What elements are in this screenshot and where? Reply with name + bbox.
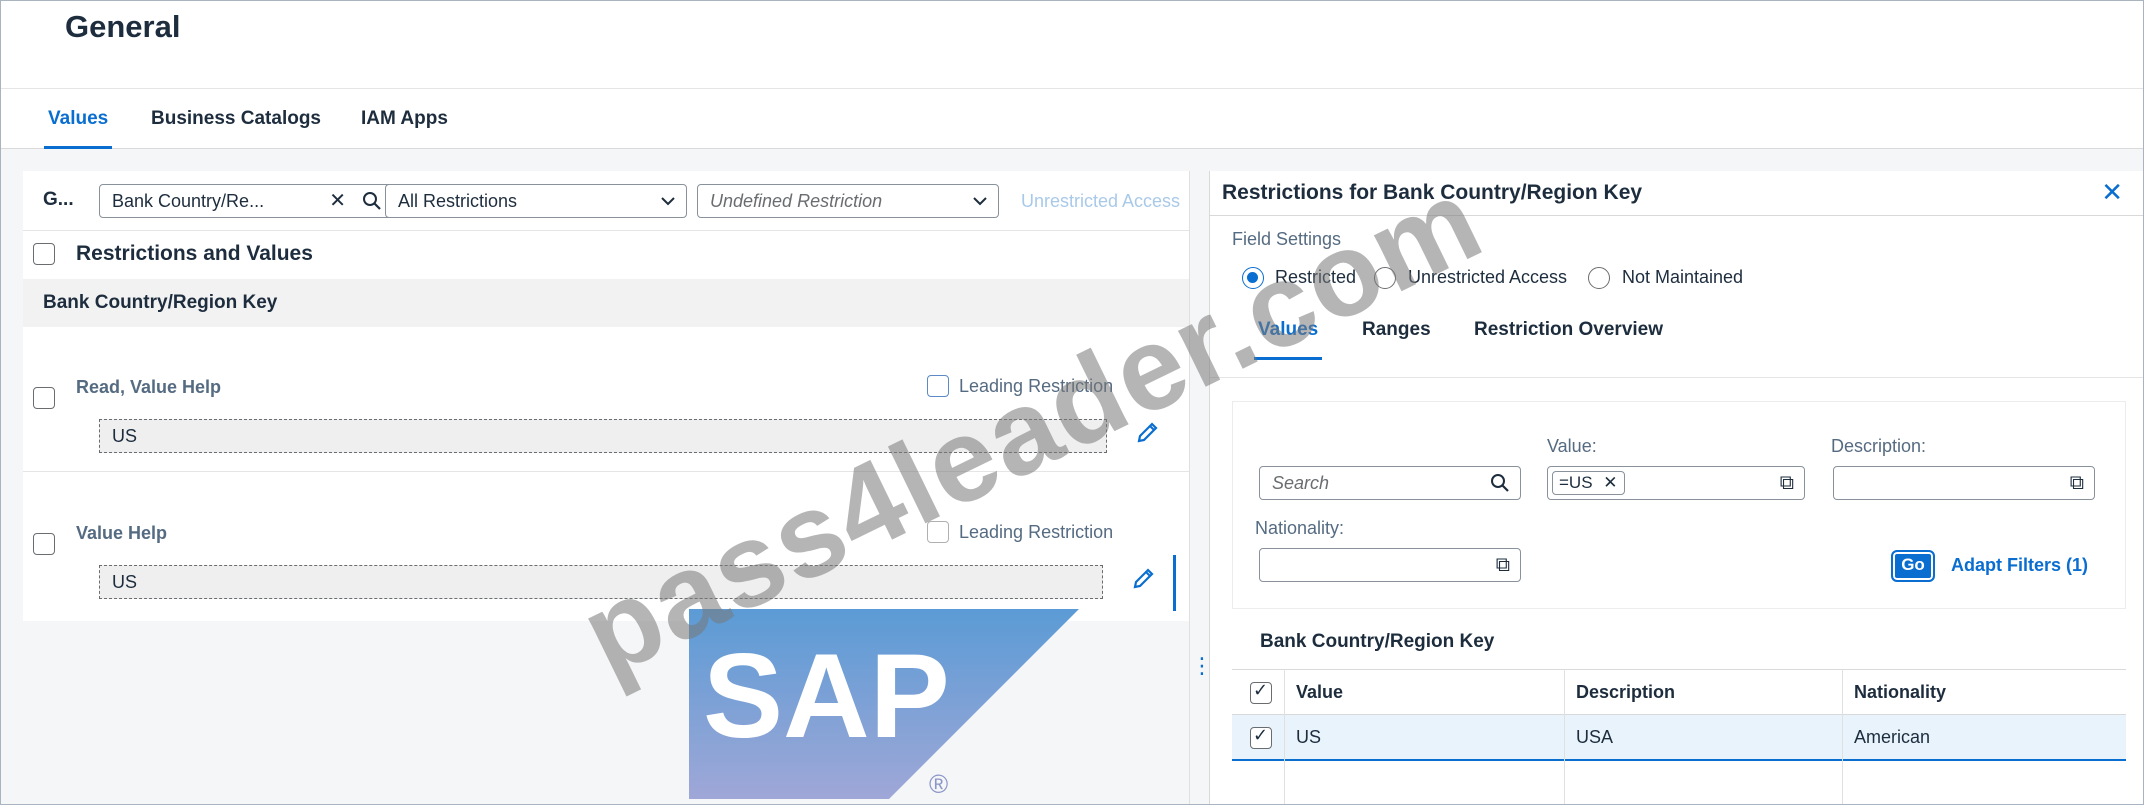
restriction-value-field[interactable]: US	[99, 565, 1103, 599]
value-help-icon[interactable]: ⧉	[1496, 549, 1510, 581]
tab-business-catalogs[interactable]: Business Catalogs	[151, 89, 321, 149]
value-token[interactable]: =US ✕	[1552, 471, 1625, 495]
item-checkbox[interactable]	[33, 533, 55, 555]
search-icon[interactable]	[362, 185, 382, 217]
clear-icon[interactable]: ✕	[329, 185, 346, 217]
filter-bar: Search Value: =US ✕ ⧉ Description: ⧉ Nat…	[1232, 401, 2126, 609]
tab-values[interactable]: Values	[43, 89, 113, 149]
radio-restricted-label: Restricted	[1275, 267, 1357, 287]
unrestricted-access-toggle[interactable]: Unrestricted Access	[1021, 191, 1180, 212]
leading-restriction-label: Leading Restriction	[959, 376, 1114, 396]
column-divider	[1842, 669, 1843, 804]
search-input[interactable]: Search	[1259, 466, 1521, 500]
adapt-filters-button[interactable]: Adapt Filters (1)	[1951, 555, 2088, 576]
cell-description: USA	[1576, 727, 1614, 747]
group-header: Bank Country/Region Key	[23, 279, 1189, 327]
select-all-rows-checkbox[interactable]	[1250, 680, 1272, 704]
cell-value: US	[1296, 727, 1322, 747]
table-title: Bank Country/Region Key	[1260, 631, 1495, 652]
detail-title: Restrictions for Bank Country/Region Key	[1222, 181, 1643, 204]
undefined-restriction-value: Undefined Restriction	[710, 191, 883, 211]
search-placeholder: Search	[1272, 473, 1330, 493]
leading-restriction-checkbox[interactable]	[927, 375, 949, 397]
search-field[interactable]: Bank Country/Re... ✕	[99, 184, 393, 218]
tab-ranges[interactable]: Ranges	[1362, 319, 1431, 341]
page-header: General	[1, 1, 2143, 89]
radio-not-maintained[interactable]	[1588, 267, 1610, 289]
sap-logo-watermark: SAP ®	[689, 609, 1079, 799]
detail-tab-divider	[1210, 377, 2143, 378]
restriction-detail-pane: Restrictions for Bank Country/Region Key…	[1209, 171, 2143, 804]
group-short-label: G...	[43, 189, 74, 210]
pane-splitter[interactable]	[1189, 171, 1209, 804]
column-divider	[1564, 669, 1565, 804]
select-all-checkbox[interactable]	[33, 243, 55, 265]
value-token-text: =US	[1559, 473, 1593, 492]
table-row[interactable]: US USA American	[1232, 715, 2126, 761]
item-label: Read, Value Help	[76, 377, 222, 397]
search-icon[interactable]	[1490, 467, 1510, 499]
tab-restriction-overview[interactable]: Restriction Overview	[1474, 319, 1663, 341]
nationality-filter-label: Nationality:	[1255, 518, 1345, 538]
token-remove-icon[interactable]: ✕	[1603, 473, 1617, 492]
chevron-down-icon	[660, 185, 676, 217]
leading-restriction-checkbox[interactable]	[927, 521, 949, 543]
chevron-down-icon	[972, 185, 988, 217]
restriction-value-field[interactable]: US	[99, 419, 1107, 453]
leading-restriction-label: Leading Restriction	[959, 522, 1114, 542]
nationality-filter-input[interactable]: ⧉	[1259, 548, 1521, 582]
radio-unrestricted-access[interactable]	[1374, 267, 1396, 289]
row-checkbox[interactable]	[1250, 725, 1272, 749]
field-settings-label: Field Settings	[1232, 229, 1342, 249]
sap-logo-text: SAP	[703, 629, 950, 763]
column-header-nationality[interactable]: Nationality	[1854, 682, 1946, 703]
value-filter-label: Value:	[1547, 436, 1597, 456]
selection-indicator	[1173, 555, 1176, 611]
table-header: Value Description Nationality	[1232, 669, 2126, 715]
column-divider	[1284, 669, 1285, 804]
restrictions-list-pane: G... Bank Country/Re... ✕ All Restrictio…	[23, 171, 1189, 621]
restrictions-and-values-title: Restrictions and Values	[76, 242, 313, 265]
restriction-filter-value: All Restrictions	[398, 191, 518, 211]
cell-nationality: American	[1854, 727, 1931, 747]
value-help-icon[interactable]: ⧉	[2070, 467, 2084, 499]
app-window: General Values Business Catalogs IAM App…	[0, 0, 2144, 805]
item-divider	[23, 471, 1189, 472]
radio-restricted[interactable]	[1242, 267, 1264, 289]
value-filter-input[interactable]: =US ✕ ⧉	[1547, 466, 1805, 500]
value-help-icon[interactable]: ⧉	[1780, 467, 1794, 499]
tab-values[interactable]: Values	[1253, 319, 1323, 360]
description-filter-label: Description:	[1831, 436, 1927, 456]
tab-iam-apps[interactable]: IAM Apps	[361, 89, 448, 149]
go-button[interactable]: Go	[1891, 550, 1935, 582]
column-header-description[interactable]: Description	[1576, 682, 1675, 703]
page-title: General	[65, 9, 181, 44]
description-filter-input[interactable]: ⧉	[1833, 466, 2095, 500]
radio-unrestricted-access-label: Unrestricted Access	[1408, 267, 1568, 287]
svg-text:®: ®	[929, 769, 948, 799]
undefined-restriction-select[interactable]: Undefined Restriction	[697, 184, 999, 218]
column-header-value[interactable]: Value	[1296, 682, 1343, 703]
edit-pencil-icon[interactable]	[1131, 565, 1157, 598]
detail-title-divider	[1210, 215, 2143, 216]
list-toolbar: G... Bank Country/Re... ✕ All Restrictio…	[23, 171, 1189, 231]
search-field-value: Bank Country/Re...	[112, 191, 265, 211]
edit-pencil-icon[interactable]	[1135, 419, 1161, 452]
group-header-label: Bank Country/Region Key	[43, 292, 278, 313]
close-icon[interactable]: ✕	[2101, 177, 2123, 208]
restriction-filter-select[interactable]: All Restrictions	[385, 184, 687, 218]
radio-not-maintained-label: Not Maintained	[1622, 267, 1744, 287]
item-label: Value Help	[76, 523, 168, 543]
main-tabbar: Values Business Catalogs IAM Apps	[1, 89, 2143, 149]
item-checkbox[interactable]	[33, 387, 55, 409]
